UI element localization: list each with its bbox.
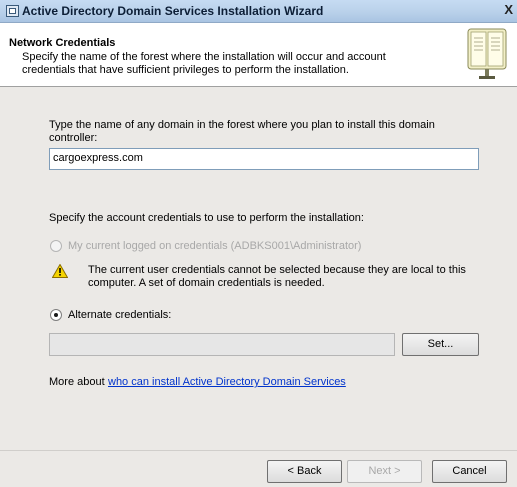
credentials-prompt: Specify the account credentials to use t… <box>49 212 364 224</box>
domain-prompt: Type the name of any domain in the fores… <box>49 119 435 144</box>
set-button[interactable]: Set... <box>402 333 479 356</box>
back-button[interactable]: < Back <box>267 460 342 483</box>
more-about-link[interactable]: who can install Active Directory Domain … <box>108 376 346 389</box>
current-credentials-radio <box>50 240 62 252</box>
page-title: Network Credentials <box>9 37 116 49</box>
wizard-header: Network Credentials Specify the name of … <box>0 23 517 87</box>
book-icon <box>467 28 507 79</box>
divider <box>0 450 517 451</box>
warning-text: The current user credentials cannot be s… <box>88 264 466 289</box>
window-icon <box>6 5 19 17</box>
alternate-credentials-label[interactable]: Alternate credentials: <box>68 309 268 322</box>
title-bar[interactable]: Active Directory Domain Services Install… <box>0 0 517 23</box>
more-about-prefix: More about <box>49 376 105 388</box>
alternate-credentials-radio[interactable] <box>50 309 62 321</box>
domain-input[interactable]: cargoexpress.com <box>49 148 479 170</box>
warning-icon <box>52 264 68 278</box>
close-icon[interactable]: X <box>504 2 513 17</box>
window-title: Active Directory Domain Services Install… <box>22 4 324 18</box>
alternate-credentials-field <box>49 333 395 356</box>
next-button: Next > <box>347 460 422 483</box>
current-credentials-label: My current logged on credentials (ADBKS0… <box>68 240 362 252</box>
cancel-button[interactable]: Cancel <box>432 460 507 483</box>
page-description: Specify the name of the forest where the… <box>22 51 386 76</box>
